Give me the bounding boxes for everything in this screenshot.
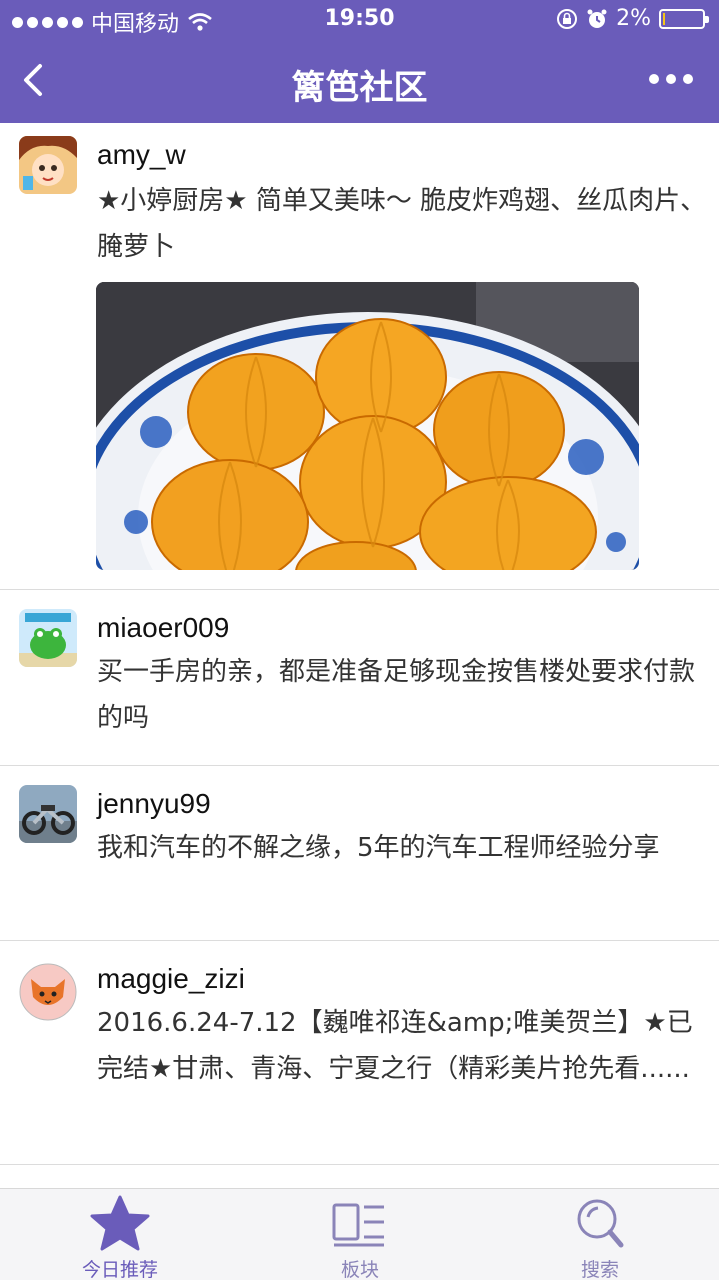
tab-label: 搜索 [580,1259,619,1281]
nav-bar: 篱笆社区 [0,40,719,123]
battery-icon [659,8,709,29]
post-username[interactable]: maggie_zizi [97,963,245,995]
post-username[interactable]: miaoer009 [97,612,229,644]
page-title: 篱笆社区 [291,68,428,108]
avatar[interactable] [19,785,77,843]
post-feed[interactable]: amy_w ★小婷厨房★ 简单又美味～ 脆皮炸鸡翅、丝瓜肉片、腌萝卜 miaoe… [0,123,719,1165]
search-icon [577,1199,624,1248]
post-title[interactable]: 我和汽车的不解之缘，5年的汽车工程师经验分享 [97,825,707,871]
post-title[interactable]: 2016.6.24-7.12【巍唯祁连&amp;唯美贺兰】★已完结★甘肃、青海、… [97,1000,707,1092]
tab-boards[interactable]: 板块 [240,1189,480,1281]
post-username[interactable]: jennyu99 [97,788,211,820]
post-title[interactable]: ★小婷厨房★ 简单又美味～ 脆皮炸鸡翅、丝瓜肉片、腌萝卜 [97,178,707,270]
tab-label: 今日推荐 [81,1259,158,1281]
status-right: 2% [556,6,709,31]
board-list-icon [332,1203,384,1247]
star-icon [90,1195,150,1251]
tab-today-recommend[interactable]: 今日推荐 [0,1189,240,1281]
post-item[interactable]: maggie_zizi 2016.6.24-7.12【巍唯祁连&amp;唯美贺兰… [0,941,719,1165]
avatar[interactable] [19,963,77,1021]
post-item[interactable]: jennyu99 我和汽车的不解之缘，5年的汽车工程师经验分享 [0,766,719,941]
post-item[interactable]: amy_w ★小婷厨房★ 简单又美味～ 脆皮炸鸡翅、丝瓜肉片、腌萝卜 [0,123,719,590]
avatar[interactable] [19,609,77,667]
post-item[interactable]: miaoer009 买一手房的亲，都是准备足够现金按售楼处要求付款的吗 [0,590,719,766]
post-image[interactable] [96,282,639,570]
tab-search[interactable]: 搜索 [480,1189,719,1281]
battery-fill [663,12,665,25]
post-username[interactable]: amy_w [97,139,186,171]
tab-bar: 今日推荐 板块 搜索 [0,1188,719,1281]
alarm-icon [587,9,607,28]
rotation-lock-icon [557,8,578,29]
status-bar: 中国移动 19:50 2% [0,0,719,40]
avatar[interactable] [19,136,77,194]
battery-percent: 2% [616,6,651,31]
more-icon[interactable] [649,74,693,84]
tab-label: 板块 [340,1259,379,1281]
post-title[interactable]: 买一手房的亲，都是准备足够现金按售楼处要求付款的吗 [97,649,707,741]
